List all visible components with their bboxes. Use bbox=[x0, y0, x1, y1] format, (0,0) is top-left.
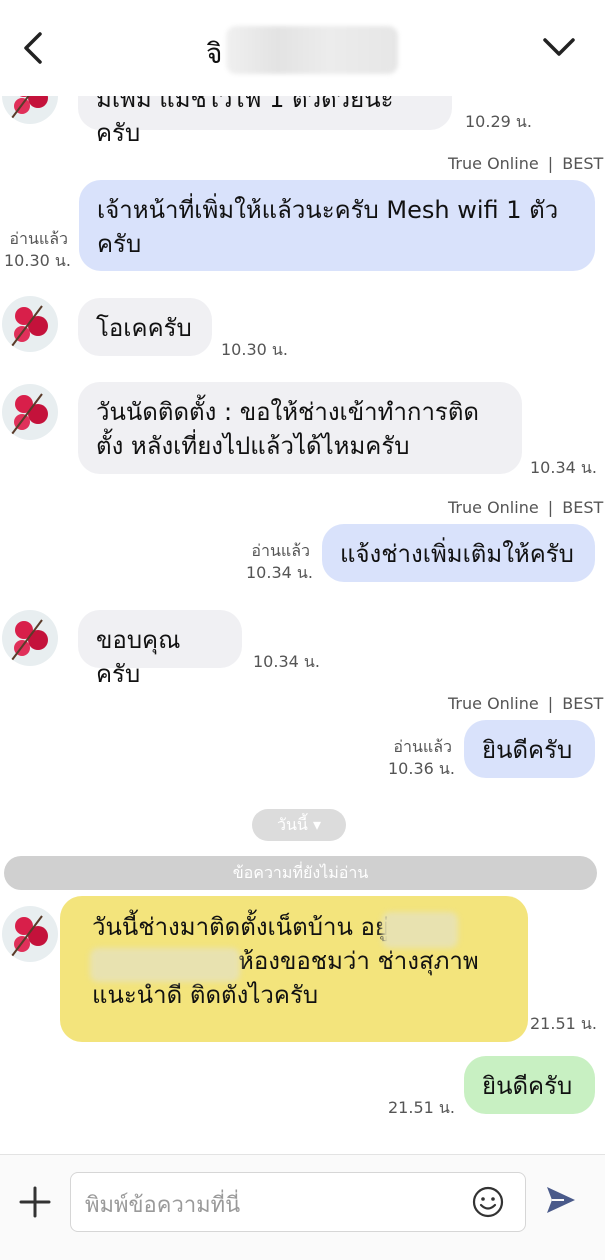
chat-title-text: จิ bbox=[206, 37, 223, 70]
avatar[interactable] bbox=[2, 906, 58, 962]
message-time: 10.34 น. bbox=[530, 458, 597, 477]
emoji-icon[interactable] bbox=[471, 1185, 505, 1219]
avatar[interactable] bbox=[2, 610, 58, 666]
incoming-bubble[interactable]: มีเพิ่ม แม้ชไวไฟ 1 ตัวด้วยนะครับ bbox=[78, 96, 452, 147]
blurred-text bbox=[382, 912, 458, 948]
read-status: อ่านแล้ว 10.30 น. bbox=[4, 228, 71, 272]
input-placeholder: พิมพ์ข้อความที่นี่ bbox=[85, 1193, 241, 1218]
blurred-text bbox=[90, 948, 240, 982]
incoming-bubble[interactable]: ขอบคุณครับ bbox=[78, 610, 242, 688]
message-line: แนะนำดี ติดตังไวครับ bbox=[92, 981, 319, 1009]
message-text: ยินดีครับ bbox=[482, 736, 573, 764]
date-pill[interactable]: วันนี้ ▾ bbox=[252, 809, 346, 841]
message-time: 10.34 น. bbox=[253, 652, 320, 671]
message-input-bar: พิมพ์ข้อความที่นี่ bbox=[0, 1154, 605, 1260]
message-text: วันนัดติดตั้ง : ขอให้ช่างเข้าทำการติดตั้… bbox=[96, 398, 479, 460]
avatar[interactable] bbox=[2, 296, 58, 352]
outgoing-bubble[interactable]: ยินดีครับ bbox=[464, 720, 595, 778]
read-status: อ่านแล้ว 10.36 น. bbox=[388, 736, 455, 780]
message-time: 10.34 น. bbox=[246, 563, 313, 582]
back-chevron-icon[interactable] bbox=[18, 28, 50, 68]
unread-divider: ข้อความที่ยังไม่อ่าน bbox=[4, 856, 597, 890]
message-time: 10.29 น. bbox=[465, 112, 532, 131]
sender-label: True Online ❘ BEST bbox=[448, 694, 604, 713]
chat-header: จิ bbox=[0, 0, 605, 97]
message-input[interactable]: พิมพ์ข้อความที่นี่ bbox=[70, 1172, 526, 1232]
sender-label: True Online ❘ BEST bbox=[448, 154, 604, 173]
chevron-down-icon[interactable] bbox=[541, 32, 577, 62]
plus-icon[interactable] bbox=[18, 1185, 52, 1219]
message-time: 10.30 น. bbox=[221, 340, 288, 359]
outgoing-bubble[interactable]: เจ้าหน้าที่เพิ่มให้แล้วนะครับ Mesh wifi … bbox=[79, 180, 595, 271]
message-text: ขอบคุณครับ bbox=[96, 626, 181, 688]
read-status: อ่านแล้ว 10.34 น. bbox=[246, 540, 313, 584]
message-time: 21.51 น. bbox=[388, 1098, 455, 1117]
message-text: มีเพิ่ม แม้ชไวไฟ 1 ตัวด้วยนะครับ bbox=[96, 96, 394, 147]
read-label: อ่านแล้ว bbox=[393, 737, 452, 756]
message-text: เจ้าหน้าที่เพิ่มให้แล้วนะครับ Mesh wifi … bbox=[97, 196, 559, 258]
sender-label: True Online ❘ BEST bbox=[448, 498, 604, 517]
message-text: โอเคครับ bbox=[96, 314, 192, 342]
chat-messages[interactable]: มีเพิ่ม แม้ชไวไฟ 1 ตัวด้วยนะครับ 10.29 น… bbox=[0, 96, 605, 1154]
read-label: อ่านแล้ว bbox=[251, 541, 310, 560]
message-text: ยินดีครับ bbox=[482, 1072, 573, 1100]
message-time: 10.36 น. bbox=[388, 759, 455, 778]
outgoing-bubble[interactable]: แจ้งช่างเพิ่มเติมให้ครับ bbox=[322, 524, 595, 582]
incoming-bubble[interactable]: วันนัดติดตั้ง : ขอให้ช่างเข้าทำการติดตั้… bbox=[78, 382, 522, 474]
message-text: แจ้งช่างเพิ่มเติมให้ครับ bbox=[340, 540, 574, 568]
avatar[interactable] bbox=[2, 384, 58, 440]
send-icon[interactable] bbox=[544, 1183, 578, 1217]
incoming-bubble[interactable]: โอเคครับ bbox=[78, 298, 212, 356]
read-label: อ่านแล้ว bbox=[9, 229, 68, 248]
outgoing-bubble[interactable]: ยินดีครับ bbox=[464, 1056, 595, 1114]
message-time: 10.30 น. bbox=[4, 251, 71, 270]
avatar[interactable] bbox=[2, 96, 58, 124]
message-time: 21.51 น. bbox=[530, 1014, 597, 1033]
blurred-name bbox=[226, 26, 398, 74]
